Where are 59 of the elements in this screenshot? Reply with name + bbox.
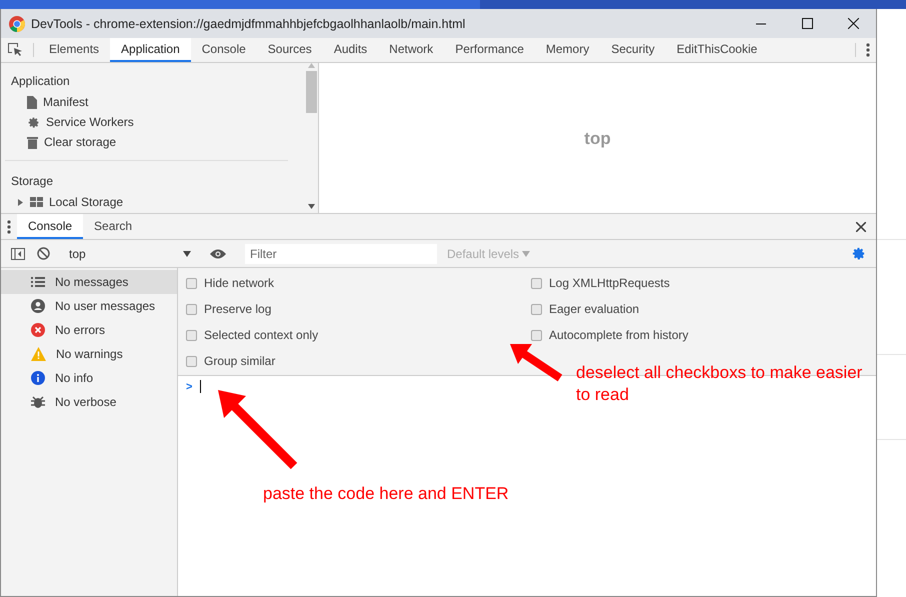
- panel-tab[interactable]: Memory: [534, 38, 600, 62]
- console-prompt[interactable]: >: [178, 376, 210, 397]
- caret-icon: [183, 250, 191, 256]
- filter-field[interactable]: Filter: [245, 244, 437, 264]
- prompt-symbol: >: [186, 380, 192, 392]
- section-heading: Storage: [10, 173, 54, 190]
- scrollbar-thumb[interactable]: [306, 71, 316, 113]
- checkbox[interactable]: Hide network: [186, 270, 531, 296]
- bug-icon: [31, 395, 45, 409]
- error-icon: [31, 323, 45, 337]
- panel-tab[interactable]: Console: [190, 38, 257, 62]
- panel-tab[interactable]: Sources: [256, 38, 323, 62]
- panel-tab[interactable]: Performance: [444, 38, 535, 62]
- file-icon: [27, 96, 37, 108]
- browser-logo-icon: [9, 16, 25, 32]
- frame-label: top: [584, 129, 611, 149]
- panel-tab[interactable]: Network: [378, 38, 444, 62]
- checkbox[interactable]: Eager evaluation: [531, 296, 876, 322]
- user-icon: [31, 299, 45, 313]
- window-title: DevTools - chrome-extension://gaedmjdfmmahhbjefcbgaolhhanlaolb/main.html: [31, 16, 466, 30]
- checkbox[interactable]: Autocomplete from history: [531, 322, 876, 348]
- panel-tab[interactable]: Audits: [322, 38, 378, 62]
- message-filter-item[interactable]: No messages: [1, 270, 177, 294]
- panel-tab[interactable]: Application: [110, 38, 191, 62]
- checkbox[interactable]: Preserve log: [186, 296, 531, 322]
- sidebar-item[interactable]: Service Workers: [1, 112, 304, 132]
- panel-tab[interactable]: Security: [600, 38, 666, 62]
- section-heading: Application: [10, 73, 71, 90]
- close-icon: [856, 222, 866, 232]
- info-icon: [31, 371, 45, 385]
- sidebar-item[interactable]: Clear storage: [1, 132, 304, 152]
- message-filter-item[interactable]: No warnings: [1, 342, 177, 366]
- trash-icon: [27, 136, 38, 148]
- message-filter-item[interactable]: No verbose: [1, 390, 177, 414]
- gear-icon: [27, 116, 40, 128]
- grid-icon: [30, 197, 43, 207]
- message-filter-item[interactable]: No user messages: [1, 294, 177, 318]
- drawer-tab[interactable]: Search: [83, 214, 144, 239]
- checkbox[interactable]: Log XMLHttpRequests: [531, 270, 876, 296]
- checkbox[interactable]: Selected context only: [186, 322, 531, 348]
- annotation-text: paste the code here and ENTER: [263, 483, 509, 505]
- list-icon: [31, 277, 45, 287]
- panel-tab[interactable]: Elements: [38, 38, 110, 62]
- caret-icon: [522, 250, 530, 256]
- annotation-text: deselect all checkboxs to make easier to read: [576, 362, 864, 406]
- maximize-icon: [802, 18, 812, 29]
- message-filter-item[interactable]: No info: [1, 366, 177, 390]
- scroll-down-icon[interactable]: [308, 204, 314, 209]
- checkbox[interactable]: Group similar: [186, 348, 531, 374]
- message-filter-item[interactable]: No errors: [1, 318, 177, 342]
- close-icon: [848, 18, 858, 29]
- sidebar-item[interactable]: Local Storage: [1, 192, 304, 212]
- drawer-tab[interactable]: Console: [17, 214, 84, 239]
- cursor-icon: [7, 42, 23, 58]
- context-selector[interactable]: top: [65, 242, 195, 264]
- sidebar-item[interactable]: Manifest: [1, 92, 304, 112]
- collapsed-arrow-icon[interactable]: [17, 198, 24, 206]
- warning-icon: [31, 347, 46, 361]
- panel-tab[interactable]: EditThisCookie: [666, 38, 768, 62]
